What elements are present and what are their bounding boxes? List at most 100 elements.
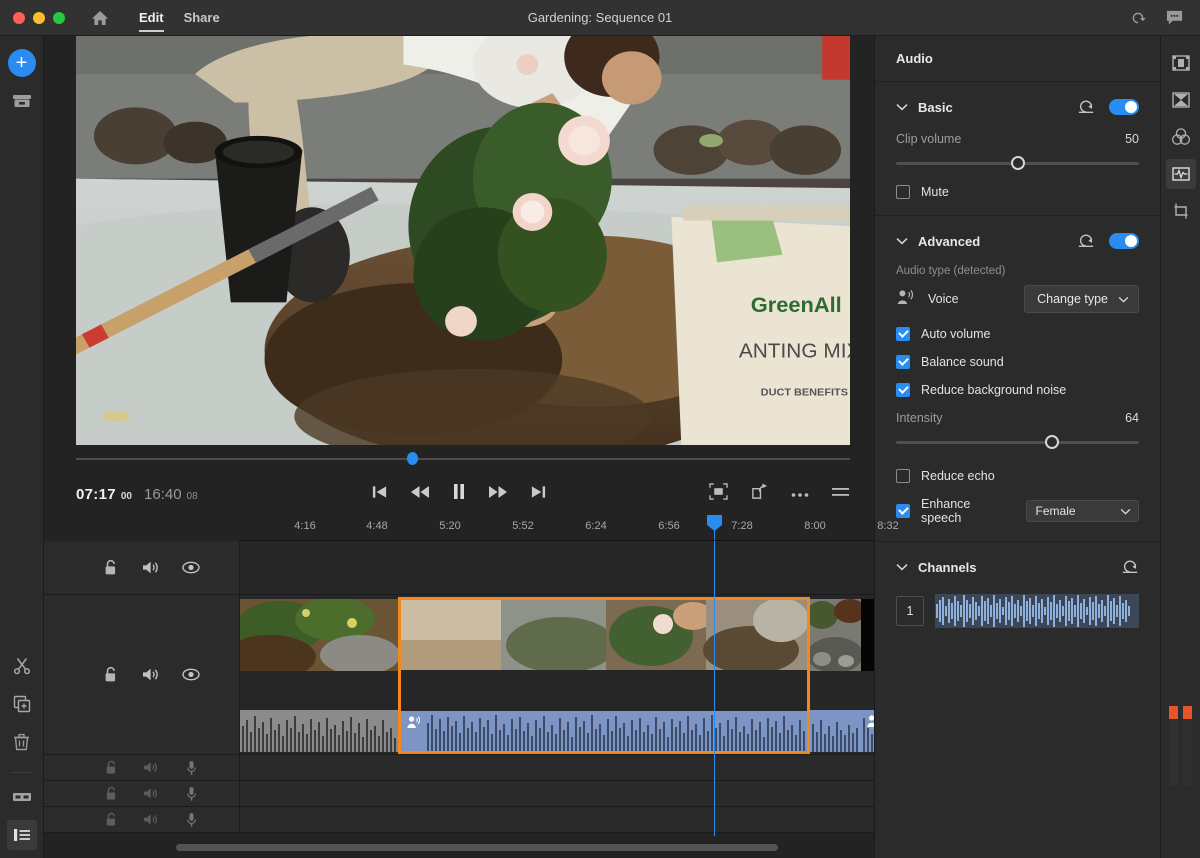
current-frames: 00 [120,490,132,502]
mute-row[interactable]: Mute [896,185,1139,199]
lock-open-icon[interactable] [102,666,120,683]
crop-transform-icon[interactable] [1166,196,1196,226]
more-options-icon[interactable] [791,485,809,503]
color-icon[interactable] [1166,122,1196,152]
fullscreen-icon[interactable] [709,483,728,505]
intensity-track[interactable] [896,441,1139,444]
speaker-icon[interactable] [142,560,160,575]
lock-open-icon[interactable] [102,812,120,827]
add-media-icon[interactable]: + [7,48,37,78]
enhance-speech-voice-value: Female [1035,504,1076,518]
export-icon[interactable] [750,483,769,505]
skip-to-start-icon[interactable] [371,484,388,505]
clip-volume-slider[interactable] [896,155,1139,171]
lock-open-icon[interactable] [102,786,120,801]
track-lane-video-upper[interactable] [240,541,874,594]
microphone-icon[interactable] [182,812,200,828]
reduce-echo-label: Reduce echo [921,469,995,483]
timeline-horizontal-scrollbar[interactable] [176,843,778,851]
reset-icon[interactable] [1077,234,1095,248]
undo-icon[interactable] [1129,10,1147,26]
pause-icon[interactable] [452,483,466,505]
skip-to-end-icon[interactable] [530,484,547,505]
lock-open-icon[interactable] [102,559,120,576]
enhance-speech-voice-select[interactable]: Female [1025,500,1139,522]
audio-type-value: Voice [928,292,959,306]
trash-icon[interactable] [7,727,37,757]
timeline-ruler[interactable]: 4:16 4:48 5:20 5:52 6:24 6:56 7:28 8:00 … [240,515,899,541]
advanced-toggle[interactable] [1109,233,1139,249]
chevron-down-icon[interactable] [896,103,910,111]
track-lane-video-main[interactable] [240,595,874,754]
enhance-speech-checkbox[interactable] [896,504,910,518]
auto-volume-checkbox[interactable] [896,327,910,341]
chevron-down-icon[interactable] [896,237,910,245]
playhead-handle[interactable] [707,515,722,531]
home-icon[interactable] [87,5,113,31]
audio-panel-icon[interactable] [6,820,37,850]
lock-open-icon[interactable] [102,760,120,775]
reset-icon[interactable] [1121,560,1139,574]
clip-2-audio[interactable] [401,711,807,751]
track-lane-audio-1[interactable] [240,755,874,780]
reset-icon[interactable] [1077,100,1095,114]
basic-toggle[interactable] [1109,99,1139,115]
reduce-background-noise-checkbox[interactable] [896,383,910,397]
eye-icon[interactable] [182,561,200,574]
microphone-icon[interactable] [182,760,200,776]
mute-checkbox[interactable] [896,185,910,199]
close-window-button[interactable] [13,11,25,24]
duplicate-icon[interactable] [7,689,37,719]
preview-scrubber[interactable] [76,445,850,473]
track-lane-audio-3[interactable] [240,807,874,832]
speaker-icon[interactable] [142,787,160,800]
reduce-background-noise-row[interactable]: Reduce background noise [896,383,1139,397]
media-browser-icon[interactable] [7,86,37,116]
rewind-icon[interactable] [410,485,430,504]
audio-icon[interactable] [1165,159,1196,189]
speaker-icon[interactable] [142,667,160,682]
playhead-ruler[interactable] [707,515,722,540]
speaker-icon[interactable] [142,813,160,826]
intensity-slider[interactable] [896,434,1139,450]
speaker-icon[interactable] [142,761,160,774]
scrubber-thumb[interactable] [407,452,419,465]
balance-sound-row[interactable]: Balance sound [896,355,1139,369]
timeline-clip-1[interactable] [240,599,398,752]
clip-volume-row: Clip volume 50 [896,132,1139,146]
fast-forward-icon[interactable] [488,485,508,504]
microphone-icon[interactable] [182,786,200,802]
timeline-clip-2-selected[interactable] [398,597,810,754]
auto-volume-row[interactable]: Auto volume [896,327,1139,341]
reduce-echo-row[interactable]: Reduce echo [896,469,1139,483]
clip-3-audio[interactable] [810,710,861,752]
transition-icon[interactable] [7,782,37,812]
video-effects-icon[interactable] [1166,48,1196,78]
timeline-clip-4[interactable] [861,599,874,752]
clip-1-audio[interactable] [240,710,398,752]
clip-volume-knob[interactable] [1010,156,1025,170]
change-type-button[interactable]: Change type [1024,285,1139,313]
scissors-icon[interactable] [7,651,37,681]
hamburger-icon[interactable] [831,485,850,503]
tab-edit[interactable]: Edit [129,0,174,36]
minimize-window-button[interactable] [33,11,45,24]
track-lane-audio-2[interactable] [240,781,874,806]
enhance-speech-row[interactable]: Enhance speech Female [896,497,1139,525]
transitions-icon[interactable] [1166,85,1196,115]
ruler-tick: 6:56 [658,520,680,532]
comment-icon[interactable] [1165,9,1184,26]
reduce-echo-checkbox[interactable] [896,469,910,483]
channel-waveform[interactable] [935,594,1139,628]
zoom-window-button[interactable] [53,11,65,24]
playhead-timeline[interactable] [714,541,715,836]
scrubber-track[interactable] [76,458,850,460]
tab-share[interactable]: Share [174,0,230,36]
timeline-clip-3[interactable] [810,599,861,752]
eye-icon[interactable] [182,668,200,681]
chevron-down-icon[interactable] [896,563,910,571]
intensity-knob[interactable] [1044,435,1059,449]
clip-4-audio[interactable] [861,710,874,752]
video-preview[interactable]: GreenAll ANTING MIX DUCT BENEFITS [76,36,850,445]
balance-sound-checkbox[interactable] [896,355,910,369]
